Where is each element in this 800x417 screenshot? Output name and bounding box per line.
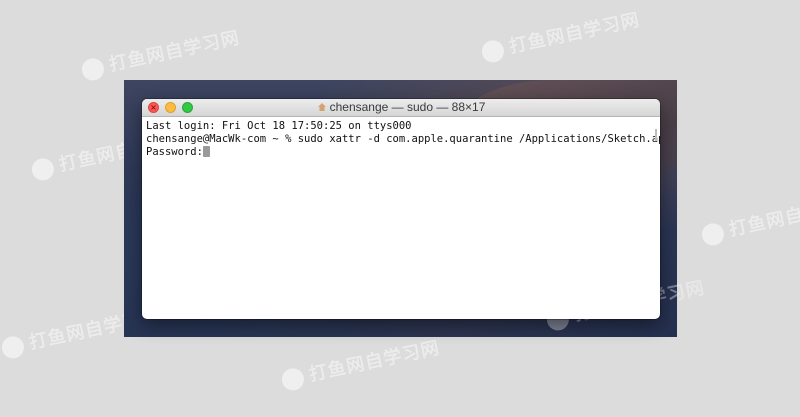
terminal-line-last-login: Last login: Fri Oct 18 17:50:25 on ttys0… bbox=[146, 120, 412, 132]
terminal-line-password: Password: bbox=[146, 146, 656, 159]
terminal-window[interactable]: × chensange — sudo — 88×17 Last login: F… bbox=[142, 99, 660, 319]
password-prompt: Password: bbox=[146, 146, 203, 158]
watermark-logo-icon bbox=[29, 156, 56, 183]
scrollbar[interactable] bbox=[655, 129, 657, 141]
watermark: 打鱼网自学习网 bbox=[699, 189, 800, 248]
watermark-text: 打鱼网自学习网 bbox=[507, 9, 642, 58]
watermark-logo-icon bbox=[279, 366, 306, 393]
watermark-text: 打鱼网自学习网 bbox=[107, 27, 242, 76]
title-bar[interactable]: × chensange — sudo — 88×17 bbox=[142, 99, 660, 117]
text-cursor bbox=[202, 146, 210, 157]
watermark-logo-icon bbox=[0, 334, 26, 361]
home-folder-icon bbox=[317, 103, 326, 111]
watermark-logo-icon bbox=[699, 221, 726, 248]
watermark-logo-icon bbox=[479, 38, 506, 65]
watermark: 打鱼网自学习网 bbox=[479, 6, 642, 65]
terminal-output[interactable]: Last login: Fri Oct 18 17:50:25 on ttys0… bbox=[142, 117, 660, 162]
watermark: 打鱼网自学习网 bbox=[279, 334, 442, 393]
window-title: chensange — sudo — 88×17 bbox=[329, 100, 486, 114]
watermark: 打鱼网自学习网 bbox=[79, 24, 242, 83]
watermark-text: 打鱼网自学习网 bbox=[727, 192, 800, 241]
watermark-logo-icon bbox=[79, 56, 106, 83]
watermark-text: 打鱼网自学习网 bbox=[307, 337, 442, 386]
window-title-area: chensange — sudo — 88×17 bbox=[142, 99, 660, 116]
terminal-line-command: chensange@MacWk-com ~ % sudo xattr -d co… bbox=[146, 133, 660, 145]
